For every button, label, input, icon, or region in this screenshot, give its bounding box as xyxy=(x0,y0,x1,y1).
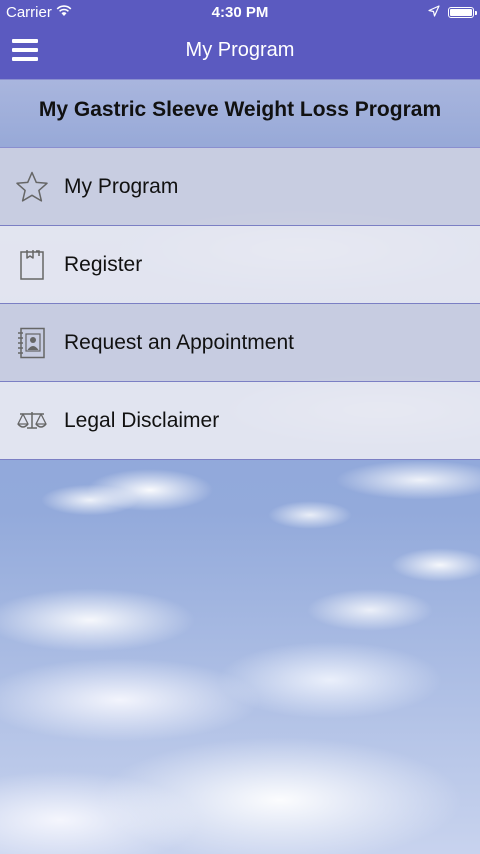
location-icon xyxy=(428,4,440,21)
menu-item-register[interactable]: Register xyxy=(0,226,480,304)
clipboard-icon xyxy=(15,248,49,282)
menu-list: My Program Register Request an Appointme… xyxy=(0,148,480,460)
status-right xyxy=(428,4,477,21)
scales-icon xyxy=(15,404,49,438)
contact-book-icon xyxy=(15,326,49,360)
menu-item-label: Register xyxy=(64,252,143,276)
status-time: 4:30 PM xyxy=(211,4,269,21)
nav-title: My Program xyxy=(185,39,295,61)
program-header: My Gastric Sleeve Weight Loss Program xyxy=(0,79,480,148)
menu-item-label: My Program xyxy=(64,174,179,198)
status-bar: Carrier 4:30 PM xyxy=(0,0,480,26)
menu-item-my-program[interactable]: My Program xyxy=(0,148,480,226)
menu-item-request-appointment[interactable]: Request an Appointment xyxy=(0,304,480,382)
star-icon xyxy=(15,170,49,204)
program-title: My Gastric Sleeve Weight Loss Program xyxy=(38,97,442,121)
menu-item-label: Request an Appointment xyxy=(64,330,294,354)
menu-item-label: Legal Disclaimer xyxy=(64,408,220,432)
nav-bar: My Program xyxy=(0,26,480,79)
menu-item-legal-disclaimer[interactable]: Legal Disclaimer xyxy=(0,382,480,460)
battery-icon xyxy=(448,7,477,18)
